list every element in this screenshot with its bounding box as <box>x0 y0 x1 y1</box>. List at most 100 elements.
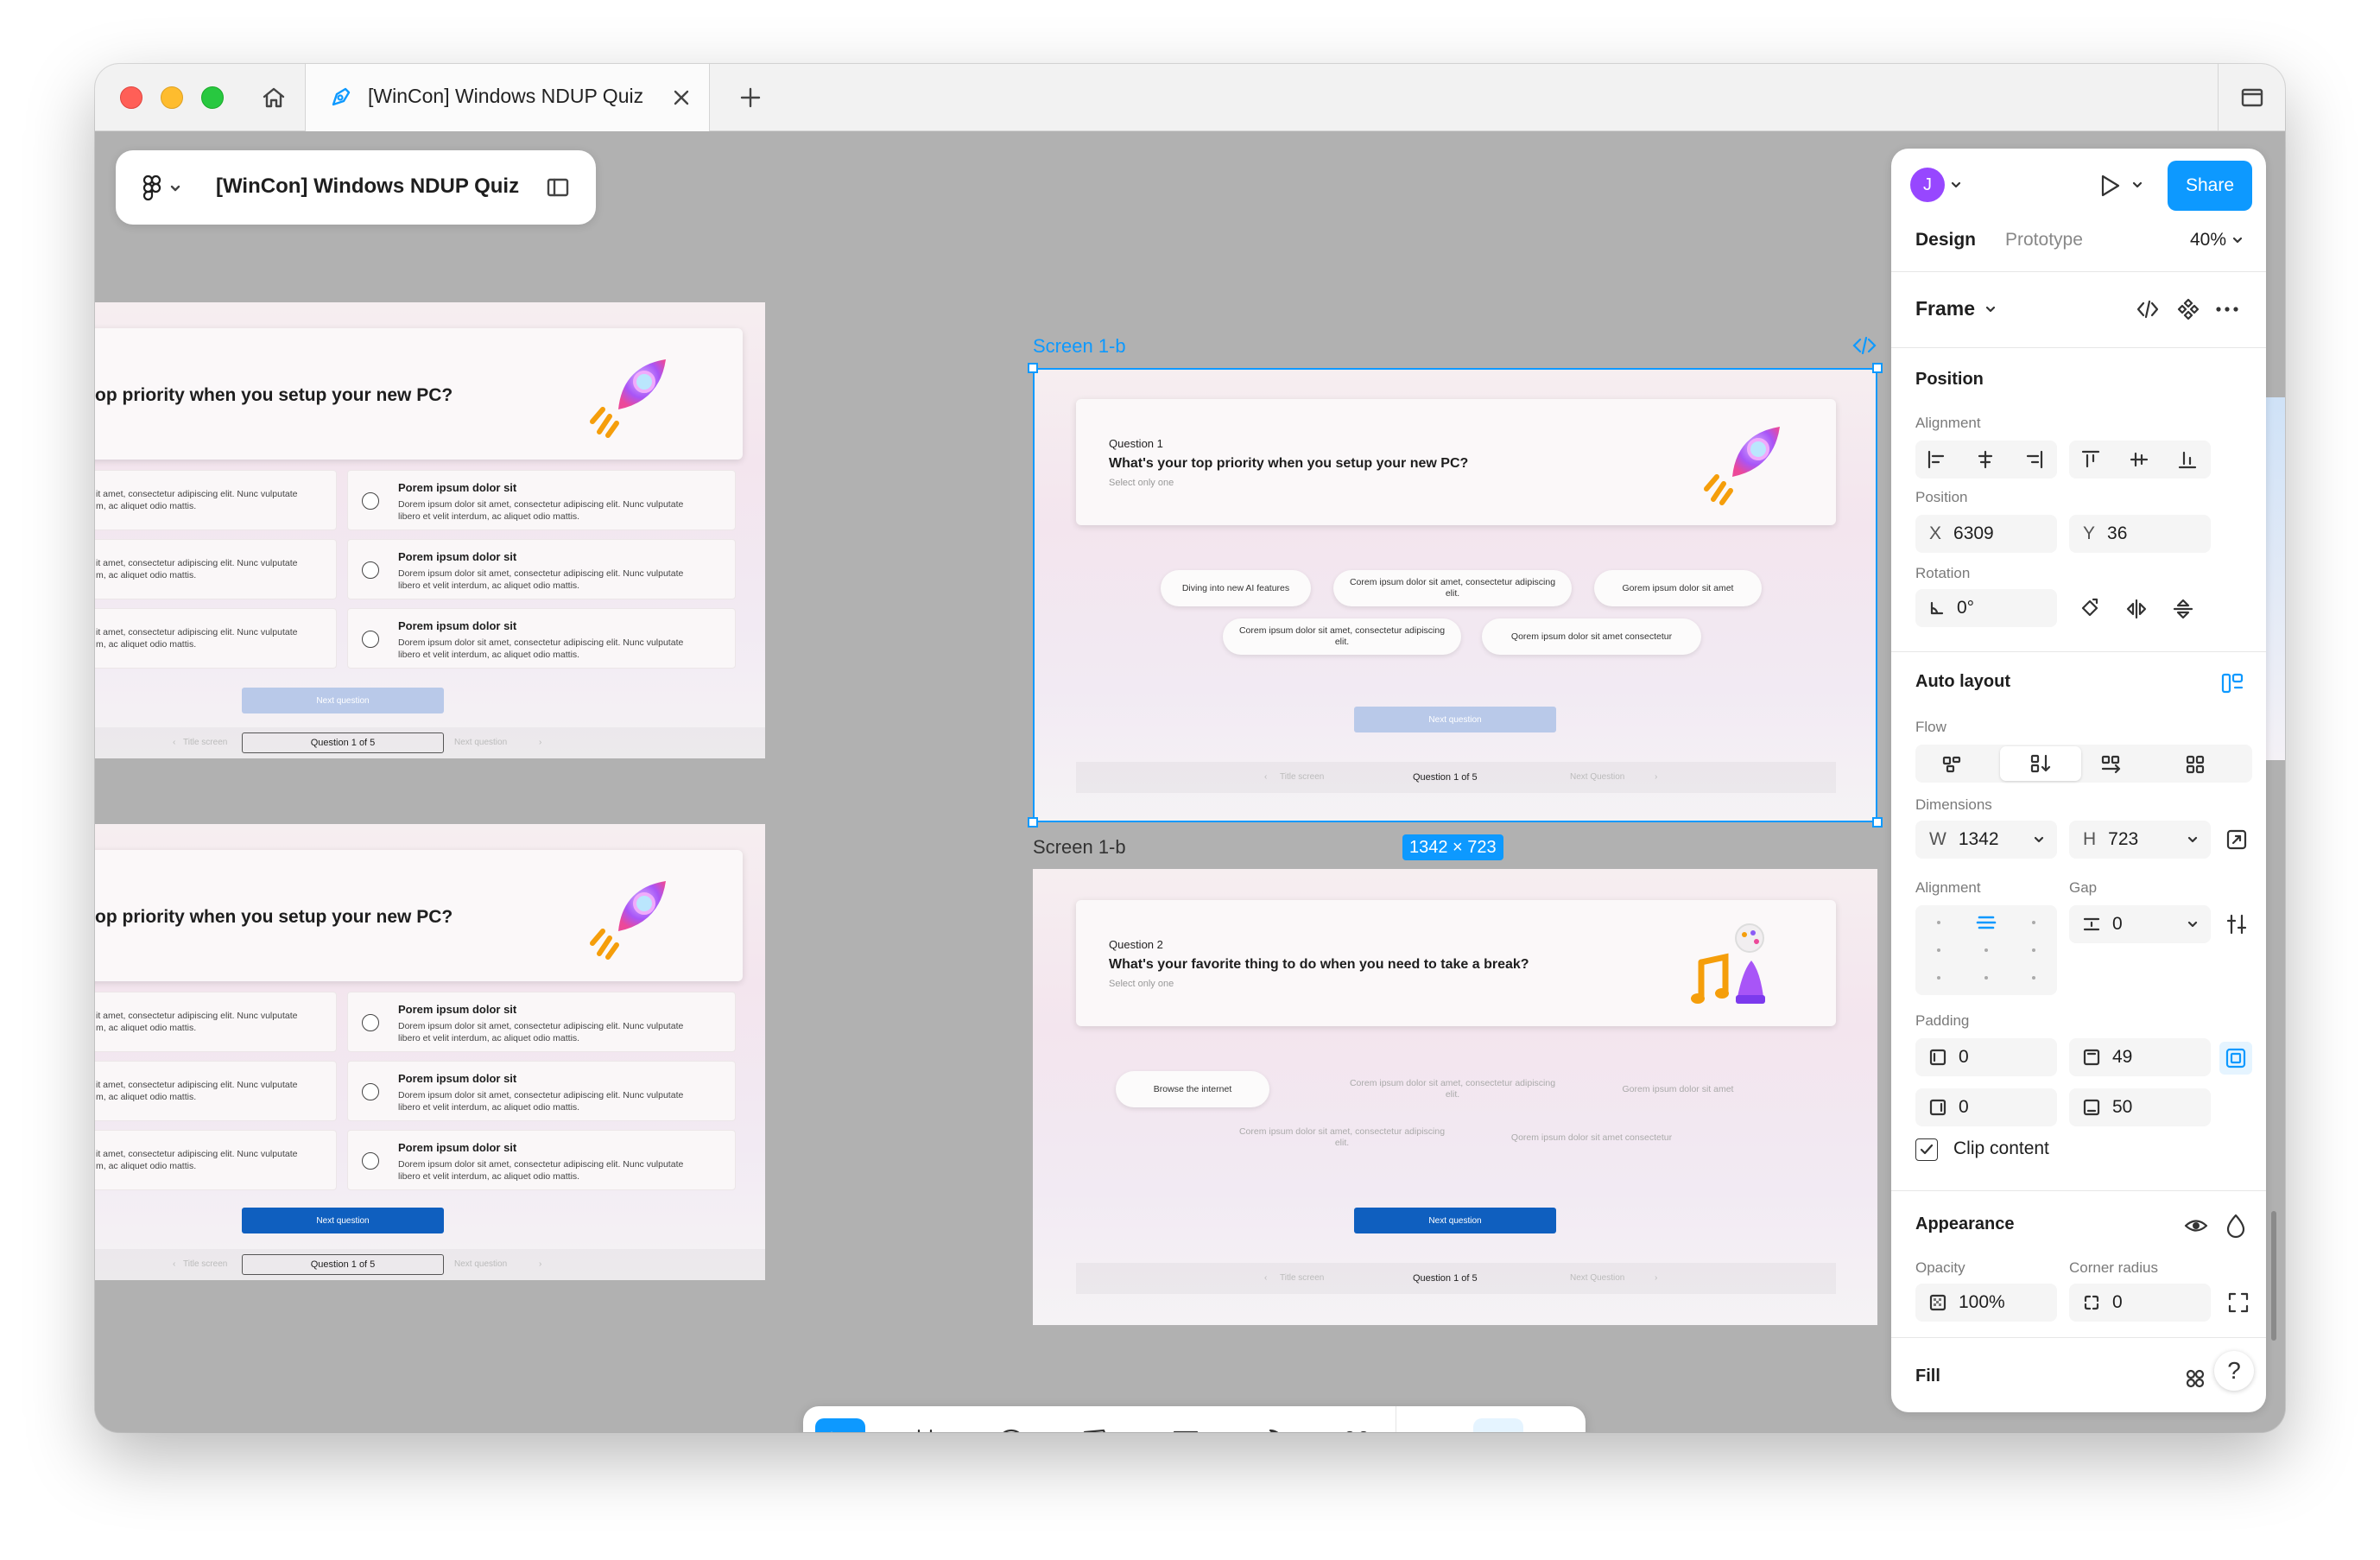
flow-vertical-selected[interactable] <box>2000 746 2081 781</box>
styles-icon[interactable] <box>2183 1367 2207 1391</box>
answer-pill[interactable]: Corem ipsum dolor sit amet, consectetur … <box>1223 618 1461 655</box>
left-frame-1[interactable]: op priority when you setup your new PC? … <box>95 302 765 758</box>
chevron-down-icon[interactable] <box>2131 180 2143 190</box>
pen-tool-icon[interactable] <box>1079 1424 1116 1432</box>
sidebar-panel-icon[interactable] <box>546 176 570 199</box>
nav-prev-label[interactable]: Title screen <box>1280 772 1324 782</box>
design-canvas[interactable]: op priority when you setup your new PC? … <box>95 131 2285 1432</box>
close-tab-icon[interactable] <box>670 86 693 109</box>
nav-next-label[interactable]: Next question <box>454 738 507 747</box>
alignment-grid[interactable] <box>1915 905 2057 995</box>
close-window-button[interactable] <box>120 86 142 109</box>
align-bottom-icon[interactable] <box>2176 449 2199 470</box>
height-field[interactable]: H 723 <box>2069 821 2211 859</box>
zoom-level[interactable]: 40% <box>2190 230 2226 250</box>
flip-vertical-icon[interactable] <box>2171 597 2195 621</box>
independent-padding-toggle[interactable] <box>2219 1042 2252 1075</box>
radio-button[interactable] <box>362 1152 379 1170</box>
resize-handle[interactable] <box>1028 817 1038 828</box>
opacity-field[interactable]: 100% <box>1915 1284 2057 1322</box>
flow-horizontal-icon[interactable] <box>2098 753 2124 776</box>
tab-design[interactable]: Design <box>1915 230 1976 250</box>
chevron-down-icon[interactable] <box>1950 180 1962 190</box>
figma-menu-icon[interactable] <box>142 174 164 202</box>
move-tool-button[interactable] <box>815 1418 865 1432</box>
resize-handle[interactable] <box>1028 363 1038 373</box>
option-card[interactable]: Porem ipsum dolor sit Dorem ipsum dolor … <box>347 539 736 599</box>
tab-prototype[interactable]: Prototype <box>2005 230 2083 250</box>
answer-pill[interactable]: Diving into new AI features <box>1161 570 1311 606</box>
option-card-left[interactable]: it amet, consectetur adipiscing elit. Nu… <box>95 470 337 530</box>
padding-top-field[interactable]: 49 <box>2069 1038 2211 1076</box>
share-button[interactable]: Share <box>2168 161 2252 211</box>
layout-settings-icon[interactable] <box>2225 912 2249 936</box>
align-top-icon[interactable] <box>2079 449 2102 470</box>
option-card[interactable]: Porem ipsum dolor sit Dorem ipsum dolor … <box>347 992 736 1052</box>
radio-button[interactable] <box>362 631 379 648</box>
next-question-button[interactable]: Next question <box>242 688 444 713</box>
play-icon[interactable] <box>2095 171 2124 200</box>
resize-to-fit-icon[interactable] <box>2225 828 2249 852</box>
padding-bottom-field[interactable]: 50 <box>2069 1088 2211 1126</box>
option-card-left[interactable]: it amet, consectetur adipiscing elit. Nu… <box>95 1061 337 1121</box>
design-mode-button[interactable] <box>1473 1418 1523 1432</box>
width-field[interactable]: W 1342 <box>1915 821 2057 859</box>
minimize-window-button[interactable] <box>161 86 183 109</box>
answer-pill[interactable]: Corem ipsum dolor sit amet, consectetur … <box>1333 1071 1572 1107</box>
new-tab-icon[interactable] <box>737 85 763 111</box>
align-left-icon[interactable] <box>1926 449 1948 470</box>
auto-layout-settings-icon[interactable] <box>2219 670 2245 696</box>
resize-handle[interactable] <box>1872 363 1883 373</box>
visibility-eye-icon[interactable] <box>2183 1214 2209 1237</box>
chevron-down-icon[interactable] <box>2231 235 2244 245</box>
gap-field[interactable]: 0 <box>2069 905 2211 943</box>
shape-tool-icon[interactable] <box>993 1424 1029 1432</box>
nav-next-label[interactable]: Next question <box>454 1259 507 1269</box>
x-position-field[interactable]: X 6309 <box>1915 515 2057 553</box>
flip-horizontal-icon[interactable] <box>2124 597 2149 621</box>
text-tool-icon[interactable] <box>1168 1424 1204 1432</box>
option-card[interactable]: Porem ipsum dolor sit Dorem ipsum dolor … <box>347 1061 736 1121</box>
radio-button[interactable] <box>362 1014 379 1031</box>
more-options-icon[interactable] <box>2214 301 2240 318</box>
align-right-icon[interactable] <box>2022 449 2045 470</box>
answer-pill[interactable]: Qorem ipsum dolor sit amet consectetur <box>1482 1119 1701 1156</box>
chevron-down-icon[interactable] <box>2187 919 2199 929</box>
left-frame-2[interactable]: op priority when you setup your new PC? … <box>95 824 765 1280</box>
file-name[interactable]: [WinCon] Windows NDUP Quiz <box>216 174 519 199</box>
frame-type-label[interactable]: Frame <box>1915 297 1975 320</box>
rotation-field[interactable]: 0° <box>1915 589 2057 627</box>
radio-button[interactable] <box>362 1083 379 1100</box>
answer-pill[interactable]: Gorem ipsum dolor sit amet <box>1594 570 1762 606</box>
blend-mode-icon[interactable] <box>2225 1213 2247 1239</box>
option-card[interactable]: Porem ipsum dolor sit Dorem ipsum dolor … <box>347 470 736 530</box>
avatar[interactable]: J <box>1910 168 1945 202</box>
radio-button[interactable] <box>362 492 379 510</box>
chevron-down-icon[interactable] <box>169 183 181 193</box>
draw-mode-icon[interactable] <box>1425 1424 1461 1432</box>
nav-prev-label[interactable]: Title screen <box>1280 1273 1324 1283</box>
clip-content-checkbox[interactable] <box>1915 1138 1938 1161</box>
chevron-down-icon[interactable] <box>2033 834 2045 845</box>
frame-tool-icon[interactable] <box>907 1424 943 1432</box>
answer-pill[interactable]: Browse the internet <box>1116 1071 1269 1107</box>
chevron-down-icon[interactable] <box>2187 834 2199 845</box>
corner-radius-field[interactable]: 0 <box>2069 1284 2211 1322</box>
panel-layout-icon[interactable] <box>2239 85 2265 111</box>
option-card[interactable]: Porem ipsum dolor sit Dorem ipsum dolor … <box>347 1130 736 1190</box>
actions-tool-icon[interactable] <box>1339 1424 1375 1432</box>
nav-next-label[interactable]: Next Question <box>1570 1273 1624 1283</box>
padding-right-field[interactable]: 0 <box>1915 1088 2057 1126</box>
frame-label-second[interactable]: Screen 1-b <box>1033 836 1126 859</box>
flow-grid-icon[interactable] <box>2183 753 2209 776</box>
home-tab[interactable] <box>242 64 306 131</box>
component-icon[interactable] <box>2176 297 2200 321</box>
nav-next-label[interactable]: Next Question <box>1570 772 1624 782</box>
align-vertical-center-icon[interactable] <box>2128 449 2150 470</box>
next-question-button[interactable]: Next question <box>242 1208 444 1233</box>
file-tab[interactable]: [WinCon] Windows NDUP Quiz <box>306 64 710 131</box>
next-question-button[interactable]: Next question <box>1354 1208 1556 1233</box>
option-card-left[interactable]: it amet, consectetur adipiscing elit. Nu… <box>95 992 337 1052</box>
next-question-button[interactable]: Next question <box>1354 707 1556 732</box>
answer-pill[interactable]: Corem ipsum dolor sit amet, consectetur … <box>1223 1119 1461 1156</box>
